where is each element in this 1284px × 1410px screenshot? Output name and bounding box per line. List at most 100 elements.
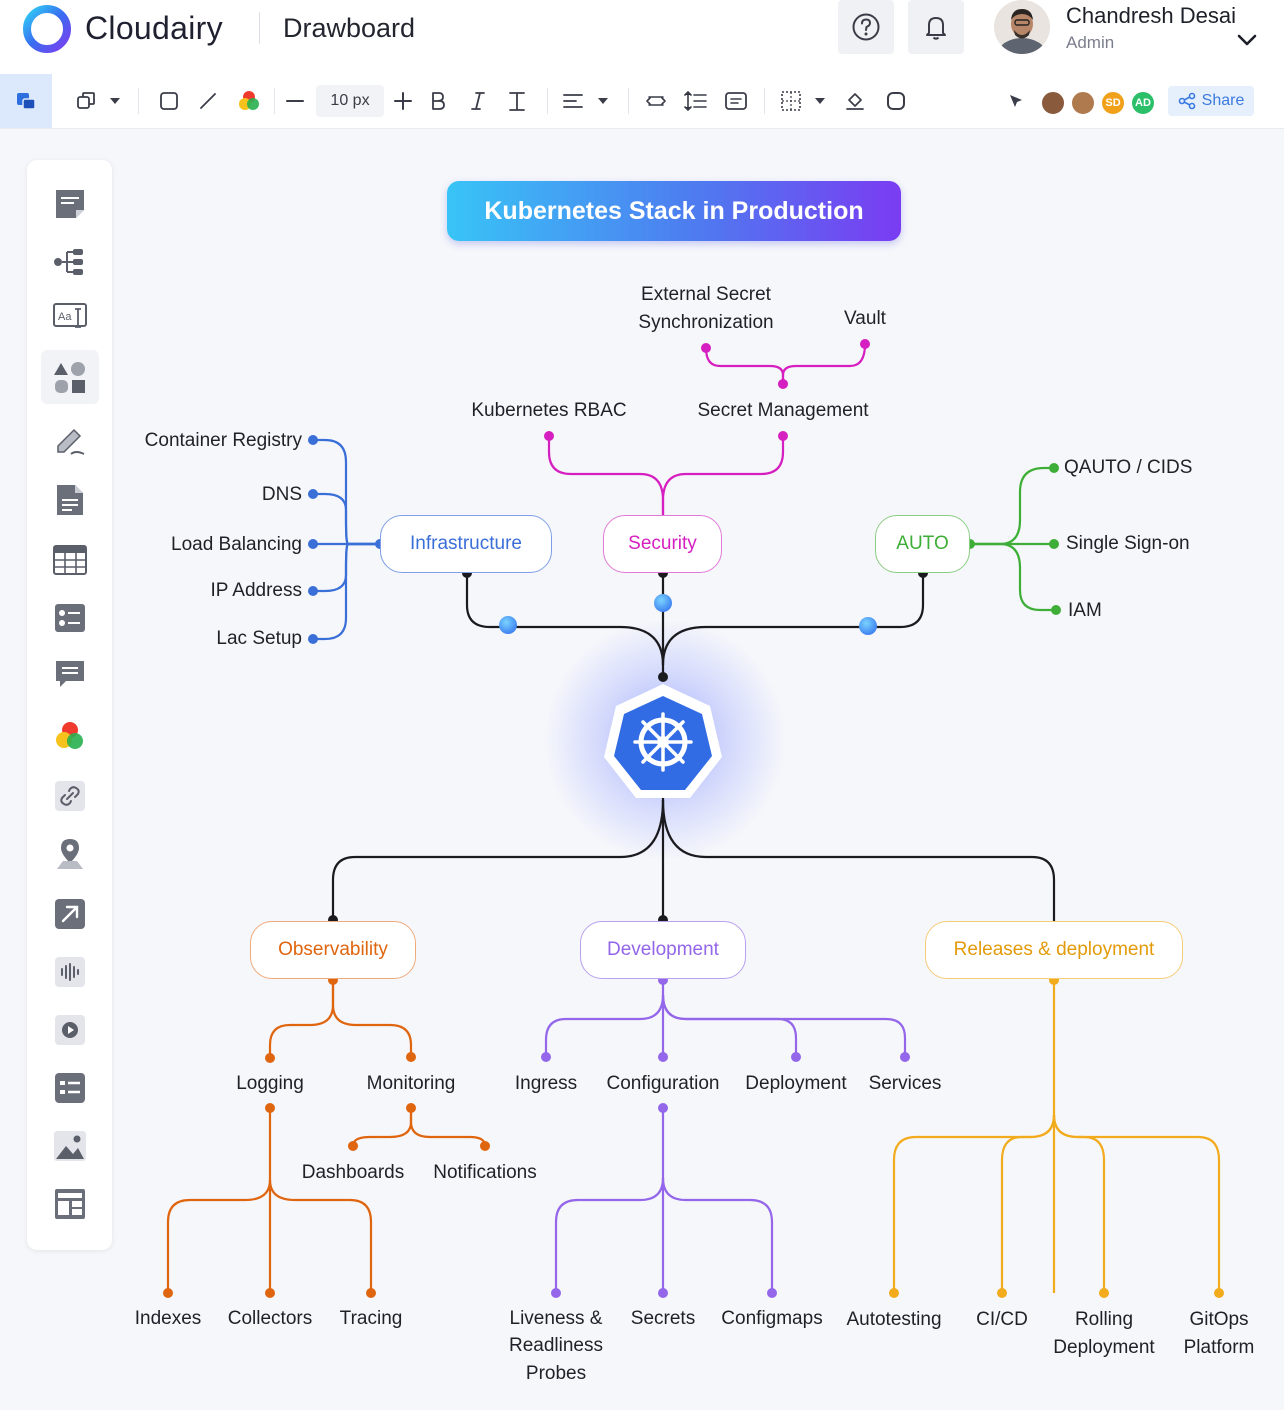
leaf-ip-address[interactable]: IP Address [210,577,302,604]
app-title: Drawboard [283,13,416,43]
leaf-monitoring[interactable]: Monitoring [367,1070,456,1097]
toolbar-divider [138,88,139,114]
layers-icon [77,92,95,109]
chevron-down-icon[interactable] [1236,32,1258,48]
toolbar-divider [547,88,548,114]
text-style-button[interactable] [505,87,529,115]
pointer-tool[interactable] [1004,87,1028,115]
app-header: Cloudairy Drawboard Chandresh Desai Admi… [0,0,1284,75]
leaf-vault[interactable]: Vault [844,305,886,332]
user-role: Admin [1066,33,1115,52]
leaf-dns[interactable]: DNS [262,481,302,508]
leaf-services[interactable]: Services [869,1070,942,1097]
leaf-configuration[interactable]: Configuration [606,1070,719,1097]
corner-radius-button[interactable] [884,87,908,115]
align-left-icon [563,94,583,108]
release-connectors [892,980,1221,1293]
decrease-size-button[interactable] [283,87,307,115]
arrange-button[interactable] [74,87,98,115]
leaf-kubernetes-rbac[interactable]: Kubernetes RBAC [471,397,626,424]
leaf-lac-setup[interactable]: Lac Setup [216,625,302,652]
align-dropdown[interactable] [594,87,612,115]
toolbar-divider [274,88,275,114]
border-style-dropdown[interactable] [811,87,829,115]
auto-node[interactable]: AUTO [875,515,970,573]
increase-size-button[interactable] [391,87,415,115]
leaf-rolling-line1[interactable]: Rolling [1075,1306,1133,1333]
leaf-rolling-line2[interactable]: Deployment [1053,1334,1154,1361]
leaf-external-secret-sync-line2[interactable]: Synchronization [638,309,773,336]
leaf-load-balancing[interactable]: Load Balancing [171,531,302,558]
spacing-button[interactable] [644,87,668,115]
development-node[interactable]: Development [580,921,746,979]
share-icon [1178,92,1195,110]
leaf-iam[interactable]: IAM [1068,597,1102,624]
user-avatar[interactable] [994,0,1050,54]
rectangle-tool[interactable] [156,87,182,115]
leaf-secrets[interactable]: Secrets [631,1305,695,1332]
align-button[interactable] [561,87,585,115]
leaf-liveness-line3[interactable]: Probes [526,1360,586,1387]
bold-button[interactable] [426,87,450,115]
leaf-deployment[interactable]: Deployment [745,1070,846,1097]
releases-node[interactable]: Releases & deployment [925,921,1183,979]
brand-name: Cloudairy [85,10,223,46]
help-button[interactable] [838,0,894,54]
border-style-button[interactable] [778,87,804,115]
leaf-secret-management[interactable]: Secret Management [697,397,868,424]
fill-button[interactable] [843,87,867,115]
observability-connectors [166,980,487,1293]
cloudairy-logo-icon[interactable] [22,4,72,54]
shapes-select-icon [17,93,36,110]
leaf-container-registry[interactable]: Container Registry [145,427,302,454]
leaf-ingress[interactable]: Ingress [515,1070,577,1097]
leaf-notifications[interactable]: Notifications [433,1159,537,1186]
toolbar-divider [764,88,765,114]
square-icon [160,92,178,110]
arrange-dropdown[interactable] [106,87,124,115]
font-size-field[interactable]: 10 px [316,85,384,117]
leaf-qauto-cids[interactable]: QAUTO / CIDS [1064,454,1192,481]
leaf-gitops-line2[interactable]: Platform [1184,1334,1255,1361]
leaf-dashboards[interactable]: Dashboards [302,1159,404,1186]
color-tool[interactable] [236,87,262,115]
infrastructure-node[interactable]: Infrastructure [380,515,552,573]
leaf-tracing[interactable]: Tracing [340,1305,403,1332]
observability-node[interactable]: Observability [250,921,416,979]
leaf-logging[interactable]: Logging [236,1070,304,1097]
italic-button[interactable] [466,87,490,115]
select-tool-button[interactable] [0,74,52,128]
text-box-button[interactable] [723,87,749,115]
share-label: Share [1201,92,1245,109]
leaf-single-sign-on[interactable]: Single Sign-on [1066,530,1190,557]
text-box-icon [725,92,747,110]
paint-bucket-icon [846,93,864,110]
line-tool[interactable] [196,87,220,115]
bold-icon [432,92,445,110]
leaf-indexes[interactable]: Indexes [135,1305,202,1332]
leaf-configmaps[interactable]: Configmaps [721,1305,822,1332]
toolbar-divider [628,88,629,114]
share-button[interactable]: Share [1168,86,1254,116]
caret-down-icon [815,98,825,104]
collaborator-avatar[interactable] [1070,90,1096,116]
security-node[interactable]: Security [603,515,722,573]
leaf-cicd[interactable]: CI/CD [976,1306,1028,1333]
leaf-gitops-line1[interactable]: GitOps [1189,1306,1248,1333]
collaborator-avatar[interactable]: AD [1130,90,1156,116]
notifications-button[interactable] [908,0,964,54]
development-connectors [544,980,907,1293]
line-height-button[interactable] [683,87,709,115]
leaf-external-secret-sync-line1[interactable]: External Secret [641,281,771,308]
diagram-title[interactable]: Kubernetes Stack in Production [447,181,901,241]
leaf-liveness-line2[interactable]: Readliness [509,1332,603,1359]
collaborator-avatar[interactable] [1040,90,1066,116]
leaf-liveness-line1[interactable]: Liveness & [510,1305,603,1332]
security-connectors [547,343,867,515]
collaborator-avatar[interactable]: SD [1100,90,1126,116]
kubernetes-logo-icon [604,684,722,798]
leaf-collectors[interactable]: Collectors [228,1305,312,1332]
rounded-square-icon [887,92,905,110]
line-height-icon [684,91,707,111]
leaf-autotesting[interactable]: Autotesting [846,1306,941,1333]
